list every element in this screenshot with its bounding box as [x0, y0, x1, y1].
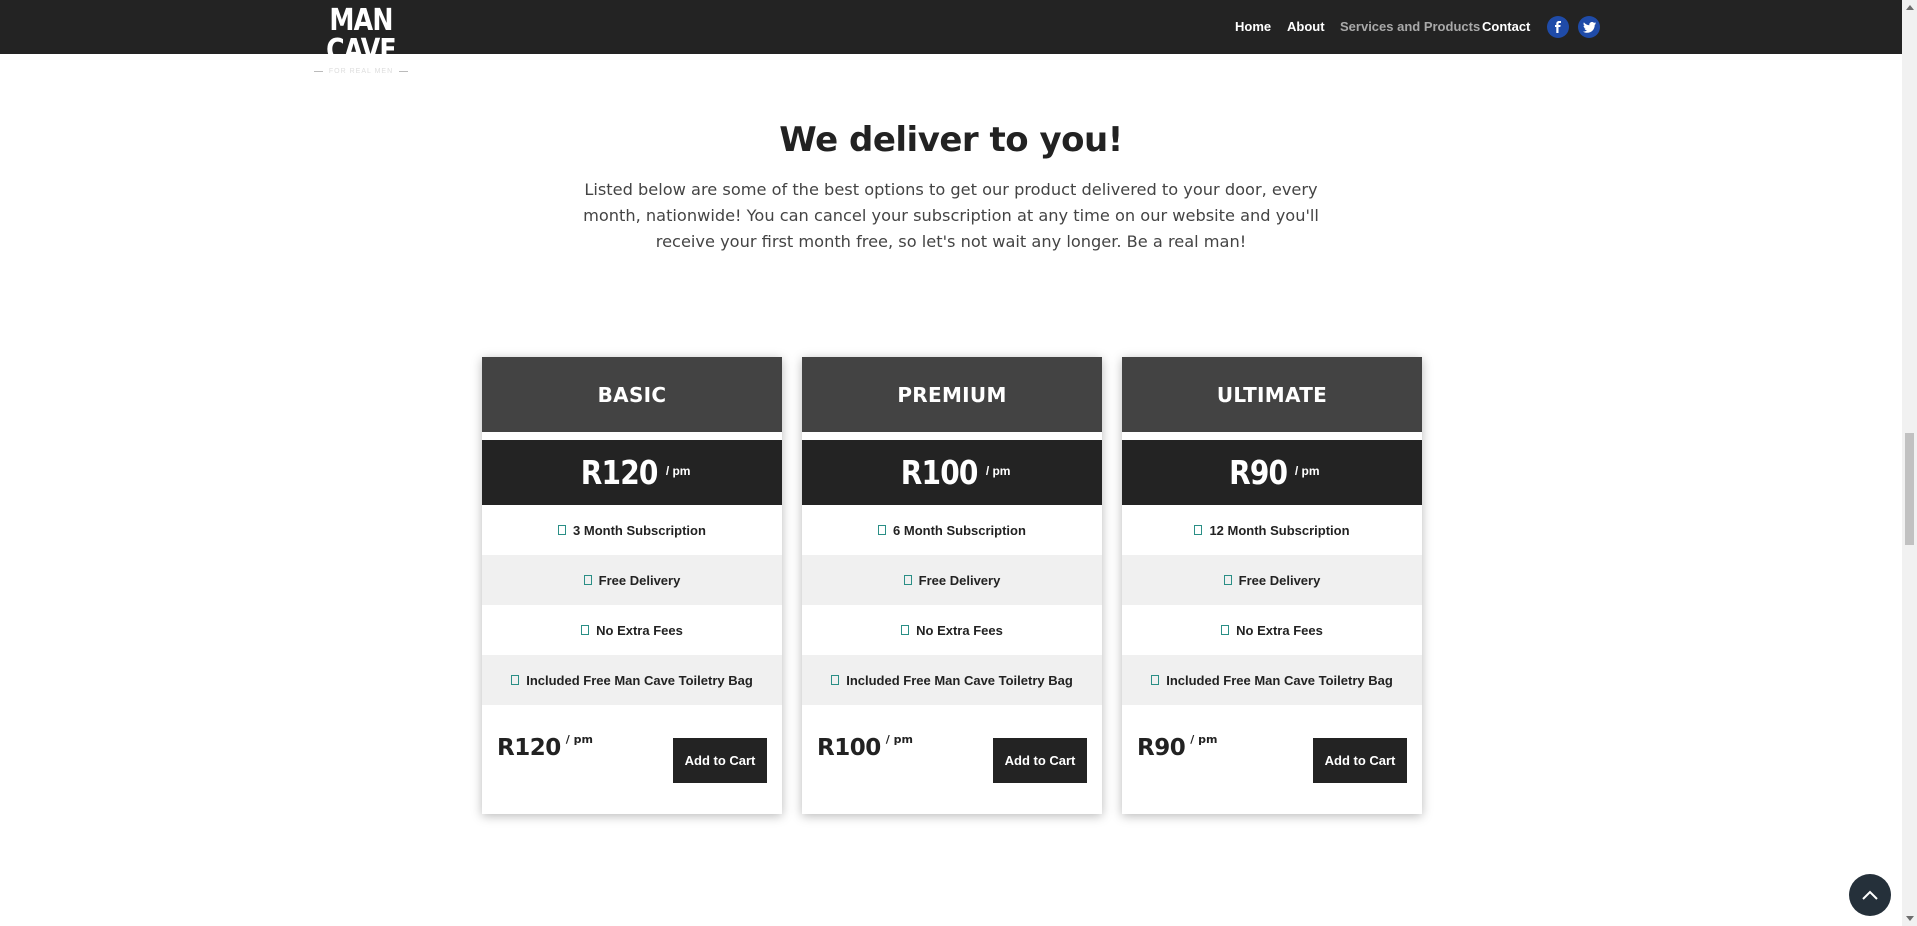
feature-item: Free Delivery: [802, 555, 1102, 605]
check-icon: [558, 525, 567, 535]
check-icon: [903, 575, 912, 585]
add-to-cart-button-ultimate[interactable]: Add to Cart: [1313, 738, 1407, 783]
feature-label: No Extra Fees: [596, 622, 683, 638]
footer-price: R120 / pm: [497, 733, 593, 761]
scroll-down-arrow-icon[interactable]: [1906, 916, 1914, 921]
feature-label: 6 Month Subscription: [893, 522, 1026, 538]
nav-contact[interactable]: Contact: [1482, 19, 1530, 34]
logo-tagline: FOR REAL MEN: [301, 67, 421, 76]
feature-list: 12 Month Subscription Free Delivery No E…: [1122, 505, 1422, 705]
feature-item: 12 Month Subscription: [1122, 505, 1422, 555]
nav-home[interactable]: Home: [1235, 19, 1271, 34]
feature-item: 3 Month Subscription: [482, 505, 782, 555]
check-icon: [878, 525, 887, 535]
plan-price: R100: [900, 453, 978, 492]
plan-price-period: / pm: [665, 463, 691, 478]
feature-label: No Extra Fees: [1236, 622, 1323, 638]
plan-price-bar: R100 / pm: [802, 440, 1102, 505]
section-title: We deliver to you!: [779, 120, 1123, 160]
footer-price: R100 / pm: [817, 733, 913, 761]
footer-price-amount: R100: [817, 735, 881, 761]
check-icon: [1151, 675, 1160, 685]
pricing-card-ultimate: ULTIMATE R90 / pm 12 Month Subscription …: [1122, 357, 1422, 814]
feature-item: 6 Month Subscription: [802, 505, 1102, 555]
pricing-card-premium: PREMIUM R100 / pm 6 Month Subscription F…: [802, 357, 1102, 814]
feature-label: 3 Month Subscription: [573, 522, 706, 538]
footer-price-period: / pm: [885, 733, 913, 746]
section-description: Listed below are some of the best option…: [583, 180, 1319, 251]
check-icon: [583, 575, 592, 585]
feature-item: Free Delivery: [482, 555, 782, 605]
feature-label: Included Free Man Cave Toiletry Bag: [1166, 672, 1393, 688]
scroll-up-arrow-icon[interactable]: [1906, 5, 1914, 10]
footer-price: R90 / pm: [1137, 733, 1218, 761]
feature-item: No Extra Fees: [802, 605, 1102, 655]
feature-label: Free Delivery: [1238, 572, 1321, 588]
feature-item: Included Free Man Cave Toiletry Bag: [1122, 655, 1422, 705]
feature-item: Included Free Man Cave Toiletry Bag: [802, 655, 1102, 705]
feature-item: Free Delivery: [1122, 555, 1422, 605]
footer-price-period: / pm: [1190, 733, 1218, 746]
feature-item: No Extra Fees: [482, 605, 782, 655]
feature-label: Included Free Man Cave Toiletry Bag: [526, 672, 753, 688]
chevron-up-icon: [1862, 890, 1878, 900]
scrollbar-thumb[interactable]: [1905, 433, 1914, 545]
footer-price-amount: R90: [1137, 735, 1186, 761]
facebook-icon[interactable]: [1547, 16, 1569, 38]
plan-price-period: / pm: [985, 463, 1011, 478]
add-to-cart-button-premium[interactable]: Add to Cart: [993, 738, 1087, 783]
page-scrollbar[interactable]: [1902, 0, 1917, 926]
nav-services-and-products[interactable]: Services and Products: [1340, 19, 1480, 34]
logo-wordmark: MAN CAVE: [326, 3, 396, 68]
plan-price-bar: R120 / pm: [482, 440, 782, 505]
pricing-card-basic: BASIC R120 / pm 3 Month Subscription Fre…: [482, 357, 782, 814]
feature-label: 12 Month Subscription: [1209, 522, 1350, 538]
footer-price-amount: R120: [497, 735, 561, 761]
plan-price-bar: R90 / pm: [1122, 440, 1422, 505]
feature-list: 3 Month Subscription Free Delivery No Ex…: [482, 505, 782, 705]
add-to-cart-button-basic[interactable]: Add to Cart: [673, 738, 767, 783]
check-icon: [581, 625, 590, 635]
feature-item: Included Free Man Cave Toiletry Bag: [482, 655, 782, 705]
feature-label: No Extra Fees: [916, 622, 1003, 638]
plan-price: R90: [1229, 453, 1289, 492]
feature-item: No Extra Fees: [1122, 605, 1422, 655]
check-icon: [901, 625, 910, 635]
check-icon: [831, 675, 840, 685]
feature-label: Free Delivery: [598, 572, 681, 588]
footer-price-period: / pm: [565, 733, 593, 746]
plan-name: PREMIUM: [802, 357, 1102, 432]
plan-name: ULTIMATE: [1122, 357, 1422, 432]
feature-label: Free Delivery: [918, 572, 1001, 588]
nav-about[interactable]: About: [1287, 19, 1325, 34]
site-logo[interactable]: MAN CAVE FOR REAL MEN: [301, 6, 421, 76]
top-navbar: MAN CAVE FOR REAL MEN Home About Service…: [0, 0, 1902, 76]
twitter-icon[interactable]: [1578, 16, 1600, 38]
back-to-top-button[interactable]: [1849, 874, 1891, 916]
check-icon: [1194, 525, 1203, 535]
feature-list: 6 Month Subscription Free Delivery No Ex…: [802, 505, 1102, 705]
check-icon: [511, 675, 520, 685]
feature-label: Included Free Man Cave Toiletry Bag: [846, 672, 1073, 688]
plan-price: R120: [580, 453, 658, 492]
plan-price-period: / pm: [1294, 463, 1320, 478]
check-icon: [1223, 575, 1232, 585]
check-icon: [1221, 625, 1230, 635]
plan-name: BASIC: [482, 357, 782, 432]
